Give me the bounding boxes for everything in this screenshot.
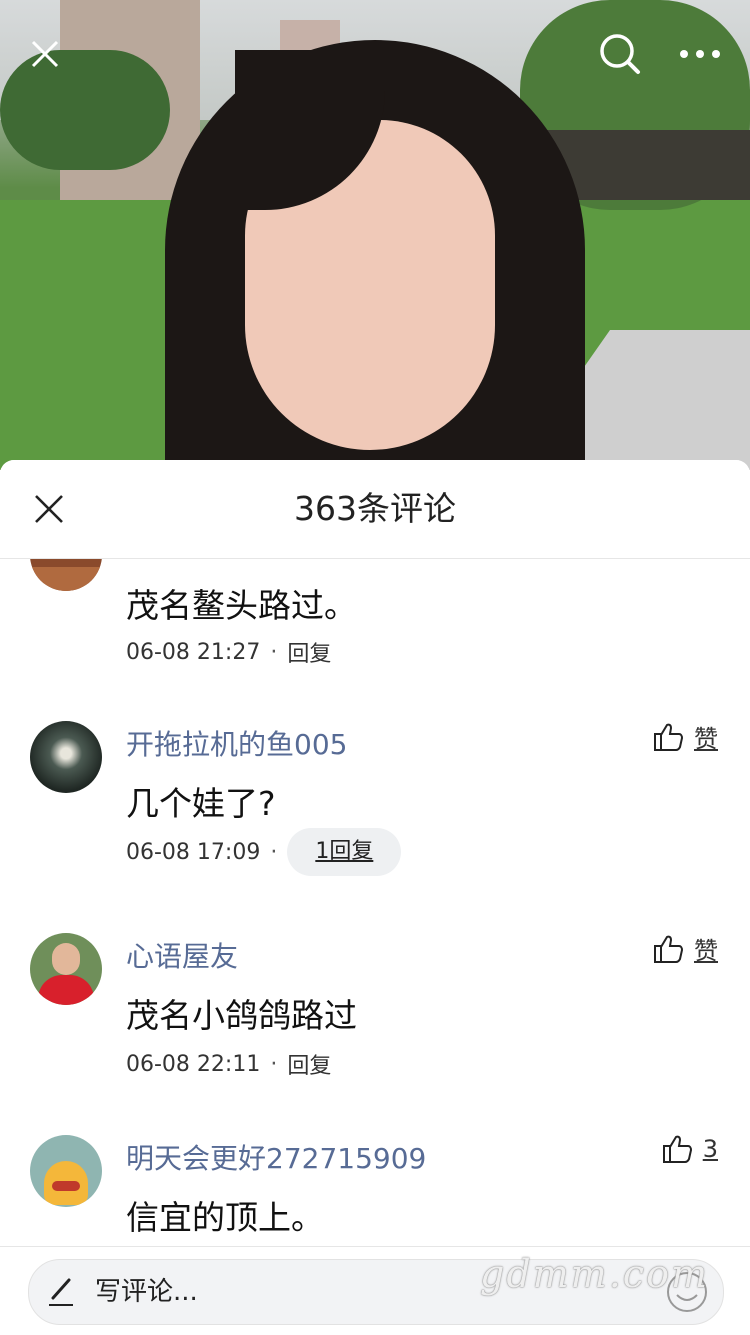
like-count: 3: [702, 1135, 718, 1163]
comment-item: 茂名鳌头路过。 06-08 21:27 · 回复: [0, 559, 750, 709]
reply-button[interactable]: 回复: [287, 636, 331, 668]
watermark: gdmm.com: [480, 1252, 709, 1296]
reply-button[interactable]: 回复: [287, 1048, 331, 1080]
view-replies-button[interactable]: 1回复: [287, 828, 402, 876]
comment-text: 茂名小鸽鸽路过: [126, 996, 357, 1035]
like-button[interactable]: 赞: [652, 931, 718, 966]
sheet-header: 363条评论: [0, 460, 750, 559]
comment-item: 明天会更好272715909 3 信宜的顶上。: [0, 1133, 750, 1247]
search-button[interactable]: [590, 24, 650, 84]
pen-icon: [49, 1278, 73, 1306]
close-icon: [31, 40, 59, 68]
comment-item: 开拖拉机的鱼005 赞 几个娃了? 06-08 17:09 · 1回复: [0, 719, 750, 919]
comment-text: 茂名鳌头路过。: [126, 586, 357, 625]
thumb-up-icon: [662, 1135, 692, 1163]
close-video-button[interactable]: [15, 24, 75, 84]
avatar[interactable]: [30, 933, 102, 1005]
comment-list[interactable]: 茂名鳌头路过。 06-08 21:27 · 回复 开拖拉机的鱼005 赞 几个娃…: [0, 559, 750, 1247]
like-button[interactable]: 3: [661, 1133, 718, 1165]
comment-meta: 06-08 22:11 · 回复: [126, 1048, 331, 1080]
avatar[interactable]: [30, 721, 102, 793]
more-button[interactable]: [670, 24, 730, 84]
comment-meta: 06-08 17:09 · 1回复: [126, 827, 402, 877]
like-label: 赞: [694, 937, 718, 965]
comments-sheet: 363条评论 茂名鳌头路过。 06-08 21:27 · 回复 开拖拉机的鱼00…: [0, 460, 750, 1334]
comment-input-placeholder: 写评论...: [95, 1277, 198, 1307]
more-icon: [680, 50, 720, 58]
search-icon: [600, 34, 640, 74]
video-person: [165, 40, 585, 470]
thumb-up-icon: [654, 723, 684, 751]
comment-time: 06-08 21:27: [126, 639, 261, 665]
comment-item: 心语屋友 赞 茂名小鸽鸽路过 06-08 22:11 · 回复: [0, 931, 750, 1111]
close-comments-button[interactable]: [24, 484, 74, 534]
thumb-up-icon: [654, 935, 684, 963]
comment-username[interactable]: 明天会更好272715909: [126, 1137, 426, 1177]
comment-username[interactable]: 开拖拉机的鱼005: [126, 723, 347, 763]
like-label: 赞: [694, 725, 718, 753]
comment-time: 06-08 22:11: [126, 1051, 261, 1077]
comment-text: 几个娃了?: [126, 784, 276, 823]
comment-time: 06-08 17:09: [126, 839, 261, 865]
like-button[interactable]: 赞: [652, 719, 718, 754]
comment-username[interactable]: 心语屋友: [126, 935, 238, 975]
meta-separator: ·: [270, 639, 278, 665]
close-icon: [35, 495, 63, 523]
sheet-title: 363条评论: [294, 489, 456, 528]
meta-separator: ·: [270, 1051, 278, 1077]
comment-meta: 06-08 21:27 · 回复: [126, 636, 331, 668]
avatar[interactable]: [30, 559, 102, 591]
comment-text: 信宜的顶上。: [126, 1198, 324, 1237]
avatar[interactable]: [30, 1135, 102, 1207]
meta-separator: ·: [270, 839, 278, 865]
